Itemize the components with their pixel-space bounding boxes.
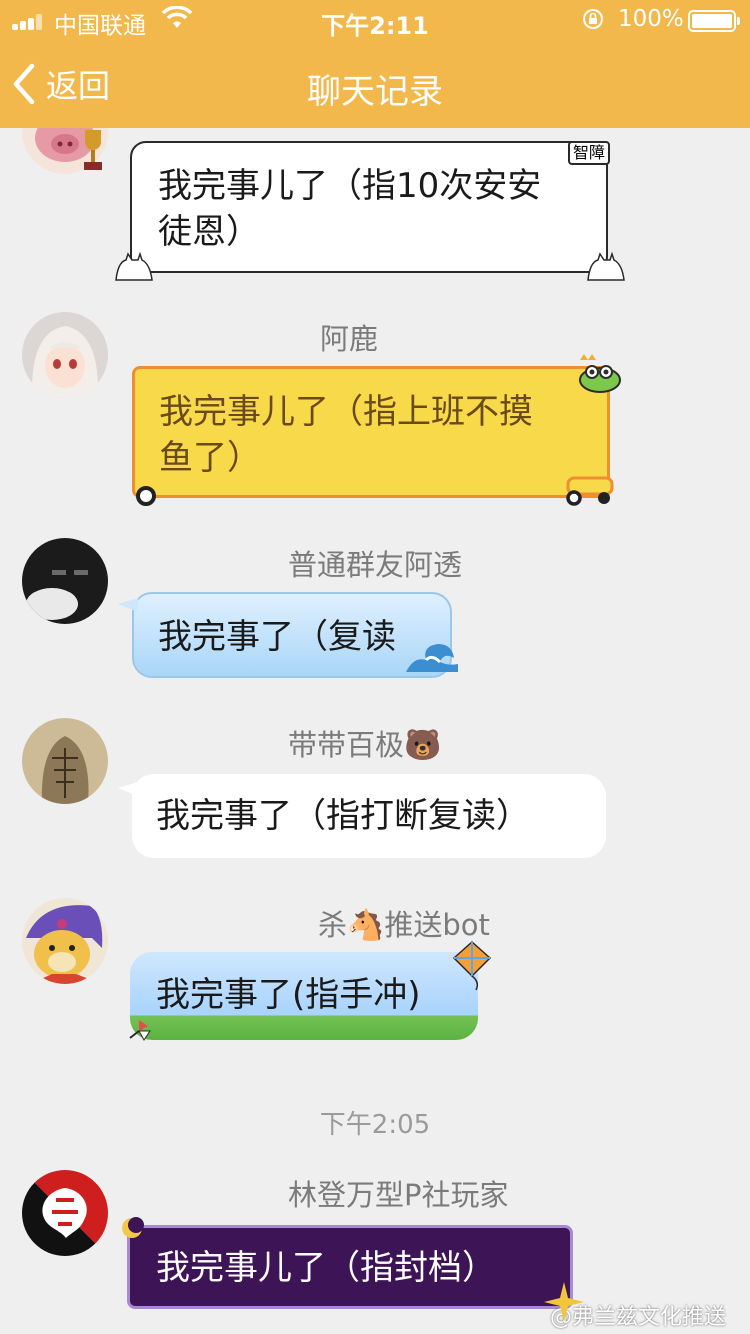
bear-icon: 🐻: [404, 728, 442, 763]
sender-name-text: 带带百极: [288, 728, 405, 762]
sender-name: 带带百极🐻: [288, 722, 441, 764]
wheel-icon: [136, 486, 156, 506]
bubble-tail: [118, 598, 138, 612]
car-icon: [566, 476, 614, 506]
header: 中国联通 下午2:11 100% 返回 聊天记录: [0, 0, 750, 128]
message-bubble[interactable]: 我完事儿了（指封档）: [127, 1225, 573, 1309]
avatar[interactable]: [22, 898, 108, 984]
avatar[interactable]: [22, 538, 108, 624]
rotation-lock-icon: [583, 9, 603, 29]
sender-name: 杀🐴推送bot: [318, 902, 490, 944]
message-text: 我完事了(指手冲): [156, 975, 421, 1015]
avatar[interactable]: [22, 312, 108, 398]
message-text: 我完事了（复读: [158, 617, 396, 657]
message-text: 我完事了（指打断复读）: [156, 796, 530, 836]
message-text: 我完事儿了（指封档）: [156, 1248, 496, 1288]
message-text: 徒恩）: [158, 212, 260, 252]
avatar[interactable]: [22, 1170, 108, 1256]
moon-icon: [122, 1217, 144, 1238]
bubble-tail: [118, 782, 138, 796]
nav-bar: 返回 聊天记录: [0, 40, 750, 128]
message-text: 我完事儿了（指10次安安: [158, 166, 542, 206]
sender-name: 普通群友阿透: [288, 548, 463, 582]
frog-icon: [579, 354, 621, 393]
kite-icon: [452, 940, 492, 991]
message-text: 鱼了）: [159, 438, 261, 478]
sender-name: 林登万型P社玩家: [288, 1178, 509, 1212]
message-bubble[interactable]: 我完事了(指手冲): [130, 952, 478, 1040]
page-title: 聊天记录: [307, 72, 443, 112]
sender-name-suffix: 推送bot: [384, 908, 490, 942]
pinwheel-icon: [129, 1020, 151, 1041]
status-bar: 中国联通 下午2:11 100%: [0, 0, 750, 40]
battery-icon: [688, 10, 740, 32]
wave-icon: [406, 644, 458, 672]
message-bubble[interactable]: 我完事儿了（指上班不摸 鱼了）: [132, 366, 610, 498]
cat-doodle-icon: [115, 251, 153, 281]
trophy-icon: [84, 130, 102, 170]
message-bubble[interactable]: 我完事了（指打断复读）: [132, 774, 606, 858]
message-bubble[interactable]: 我完事儿了（指10次安安 徒恩）: [130, 141, 608, 273]
bubble-badge: 智障: [568, 141, 611, 165]
battery-percent: 100%: [618, 6, 684, 32]
sender-name: 阿鹿: [320, 322, 379, 356]
sender-name-prefix: 杀: [318, 908, 348, 942]
sparkle-icon: [544, 1282, 584, 1322]
avatar[interactable]: [22, 718, 108, 804]
chat-history-screen: 中国联通 下午2:11 100% 返回 聊天记录 我完事儿了（指10次安安 徒恩…: [0, 0, 750, 1334]
cat-doodle-icon: [587, 251, 625, 281]
horse-icon: 🐴: [347, 908, 385, 943]
message-text: 我完事儿了（指上班不摸: [159, 392, 533, 432]
timestamp: 下午2:05: [319, 1110, 431, 1140]
